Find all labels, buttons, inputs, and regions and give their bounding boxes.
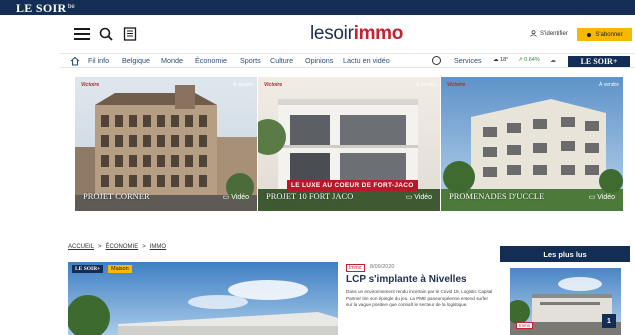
nav-item-opinions[interactable]: Opinions bbox=[305, 56, 333, 65]
page: LE SOIR be lesoirimmo S'identifier S'abo… bbox=[0, 0, 635, 335]
top-bar: LE SOIR be bbox=[0, 0, 635, 15]
nav-item-monde[interactable]: Monde bbox=[161, 56, 183, 65]
search-icon[interactable] bbox=[98, 26, 114, 42]
video-label: Vidéo bbox=[231, 194, 249, 201]
for-sale-badge: À vendre bbox=[415, 82, 436, 88]
for-sale-badge: À vendre bbox=[598, 82, 619, 88]
le-soir-brand[interactable]: LE SOIR bbox=[16, 1, 66, 16]
video-link[interactable]: ▭ Vidéo bbox=[223, 193, 249, 201]
hero-tile-fort-jaco[interactable]: Victoire À vendre LE LUXE AU COEUR DE FO… bbox=[258, 77, 440, 211]
le-soir-brand-sub: be bbox=[68, 4, 75, 10]
most-read-rank-badge: 1 bbox=[602, 314, 616, 328]
login-link[interactable]: S'identifier bbox=[530, 30, 568, 37]
lesoirimmo-logo[interactable]: lesoirimmo bbox=[310, 23, 403, 45]
article-summary: Dans un environnement rendu incertain pa… bbox=[346, 289, 493, 307]
video-link[interactable]: ▭ Vidéo bbox=[406, 193, 432, 201]
logo-part-immo: immo bbox=[353, 23, 404, 44]
article-title[interactable]: LCP s'implante à Nivelles bbox=[346, 274, 467, 285]
tile-caption: PROJET 10 FORT JACO bbox=[266, 191, 354, 201]
newspaper-icon[interactable] bbox=[122, 26, 138, 42]
breadcrumb-item-economie[interactable]: ÉCONOMIE bbox=[106, 244, 139, 250]
victoire-brand: Victoire bbox=[447, 82, 466, 88]
weather-temp: 18° bbox=[500, 57, 509, 63]
breadcrumb-item-immo[interactable]: IMMO bbox=[150, 244, 166, 250]
hero-tile-uccle[interactable]: Victoire À vendre PROMENADES D'UCCLE ▭ V… bbox=[441, 77, 623, 211]
stock-reading[interactable]: ↗ 0.64% bbox=[518, 57, 540, 63]
breadcrumb-separator: > bbox=[98, 244, 102, 250]
article-category-tag[interactable]: Immo bbox=[346, 264, 365, 272]
subscribe-button[interactable]: S'abonner bbox=[577, 28, 632, 41]
video-label: Vidéo bbox=[597, 194, 615, 201]
victoire-brand: Victoire bbox=[81, 82, 100, 88]
maison-tag: Maison bbox=[108, 265, 132, 273]
subscribe-label: S'abonner bbox=[595, 31, 623, 38]
home-icon[interactable] bbox=[70, 56, 80, 66]
menu-icon[interactable] bbox=[74, 28, 90, 40]
services-icon[interactable] bbox=[432, 56, 441, 65]
tile-caption: PROJET CORNER bbox=[83, 191, 150, 201]
breadcrumb: ACCUEIL > ÉCONOMIE > IMMO bbox=[68, 244, 166, 250]
most-read-category-tag[interactable]: Immo bbox=[516, 322, 534, 329]
nav-item-video[interactable]: Lactu en vidéo bbox=[343, 56, 390, 65]
lesoir-plus-button[interactable]: LE SOIR+ bbox=[568, 56, 630, 67]
nav-item-belgique[interactable]: Belgique bbox=[122, 56, 150, 65]
login-label: S'identifier bbox=[540, 30, 568, 37]
video-label: Vidéo bbox=[414, 194, 432, 201]
tile-caption: PROMENADES D'UCCLE bbox=[449, 191, 545, 201]
nav-item-services[interactable]: Services bbox=[454, 56, 482, 65]
article-date: 8/09/2020 bbox=[370, 264, 395, 270]
breadcrumb-separator: > bbox=[142, 244, 146, 250]
article-image[interactable]: LE SOIR+ Maison bbox=[68, 262, 338, 335]
header: lesoirimmo S'identifier S'abonner bbox=[60, 15, 635, 53]
most-read-heading: Les plus lus bbox=[500, 246, 630, 262]
victoire-brand: Victoire bbox=[264, 82, 283, 88]
nav-item-economie[interactable]: Économie bbox=[195, 56, 227, 65]
breadcrumb-item-accueil[interactable]: ACCUEIL bbox=[68, 244, 94, 250]
main-nav: Fil info Belgique Monde Économie Sports … bbox=[60, 53, 635, 68]
nav-item-fil-info[interactable]: Fil info bbox=[88, 56, 109, 65]
nav-item-sports[interactable]: Sports bbox=[240, 56, 261, 65]
logo-part-lesoir: lesoir bbox=[310, 23, 354, 44]
for-sale-badge: À vendre bbox=[232, 82, 253, 88]
video-link[interactable]: ▭ Vidéo bbox=[589, 193, 615, 201]
cloud-icon: ☁ bbox=[550, 58, 556, 64]
key-icon bbox=[587, 32, 592, 37]
weather-reading[interactable]: ☁ 18° bbox=[493, 57, 508, 63]
promo-banner: LE LUXE AU COEUR DE FORT-JACO bbox=[287, 180, 418, 191]
user-icon bbox=[530, 30, 537, 37]
nav-item-culture[interactable]: Culture bbox=[270, 56, 293, 65]
hero-tile-corner[interactable]: Victoire À vendre PROJET CORNER ▭ Vidéo bbox=[75, 77, 257, 211]
lesoir-plus-tag: LE SOIR+ bbox=[72, 265, 104, 273]
stock-value: 0.64% bbox=[524, 57, 540, 63]
